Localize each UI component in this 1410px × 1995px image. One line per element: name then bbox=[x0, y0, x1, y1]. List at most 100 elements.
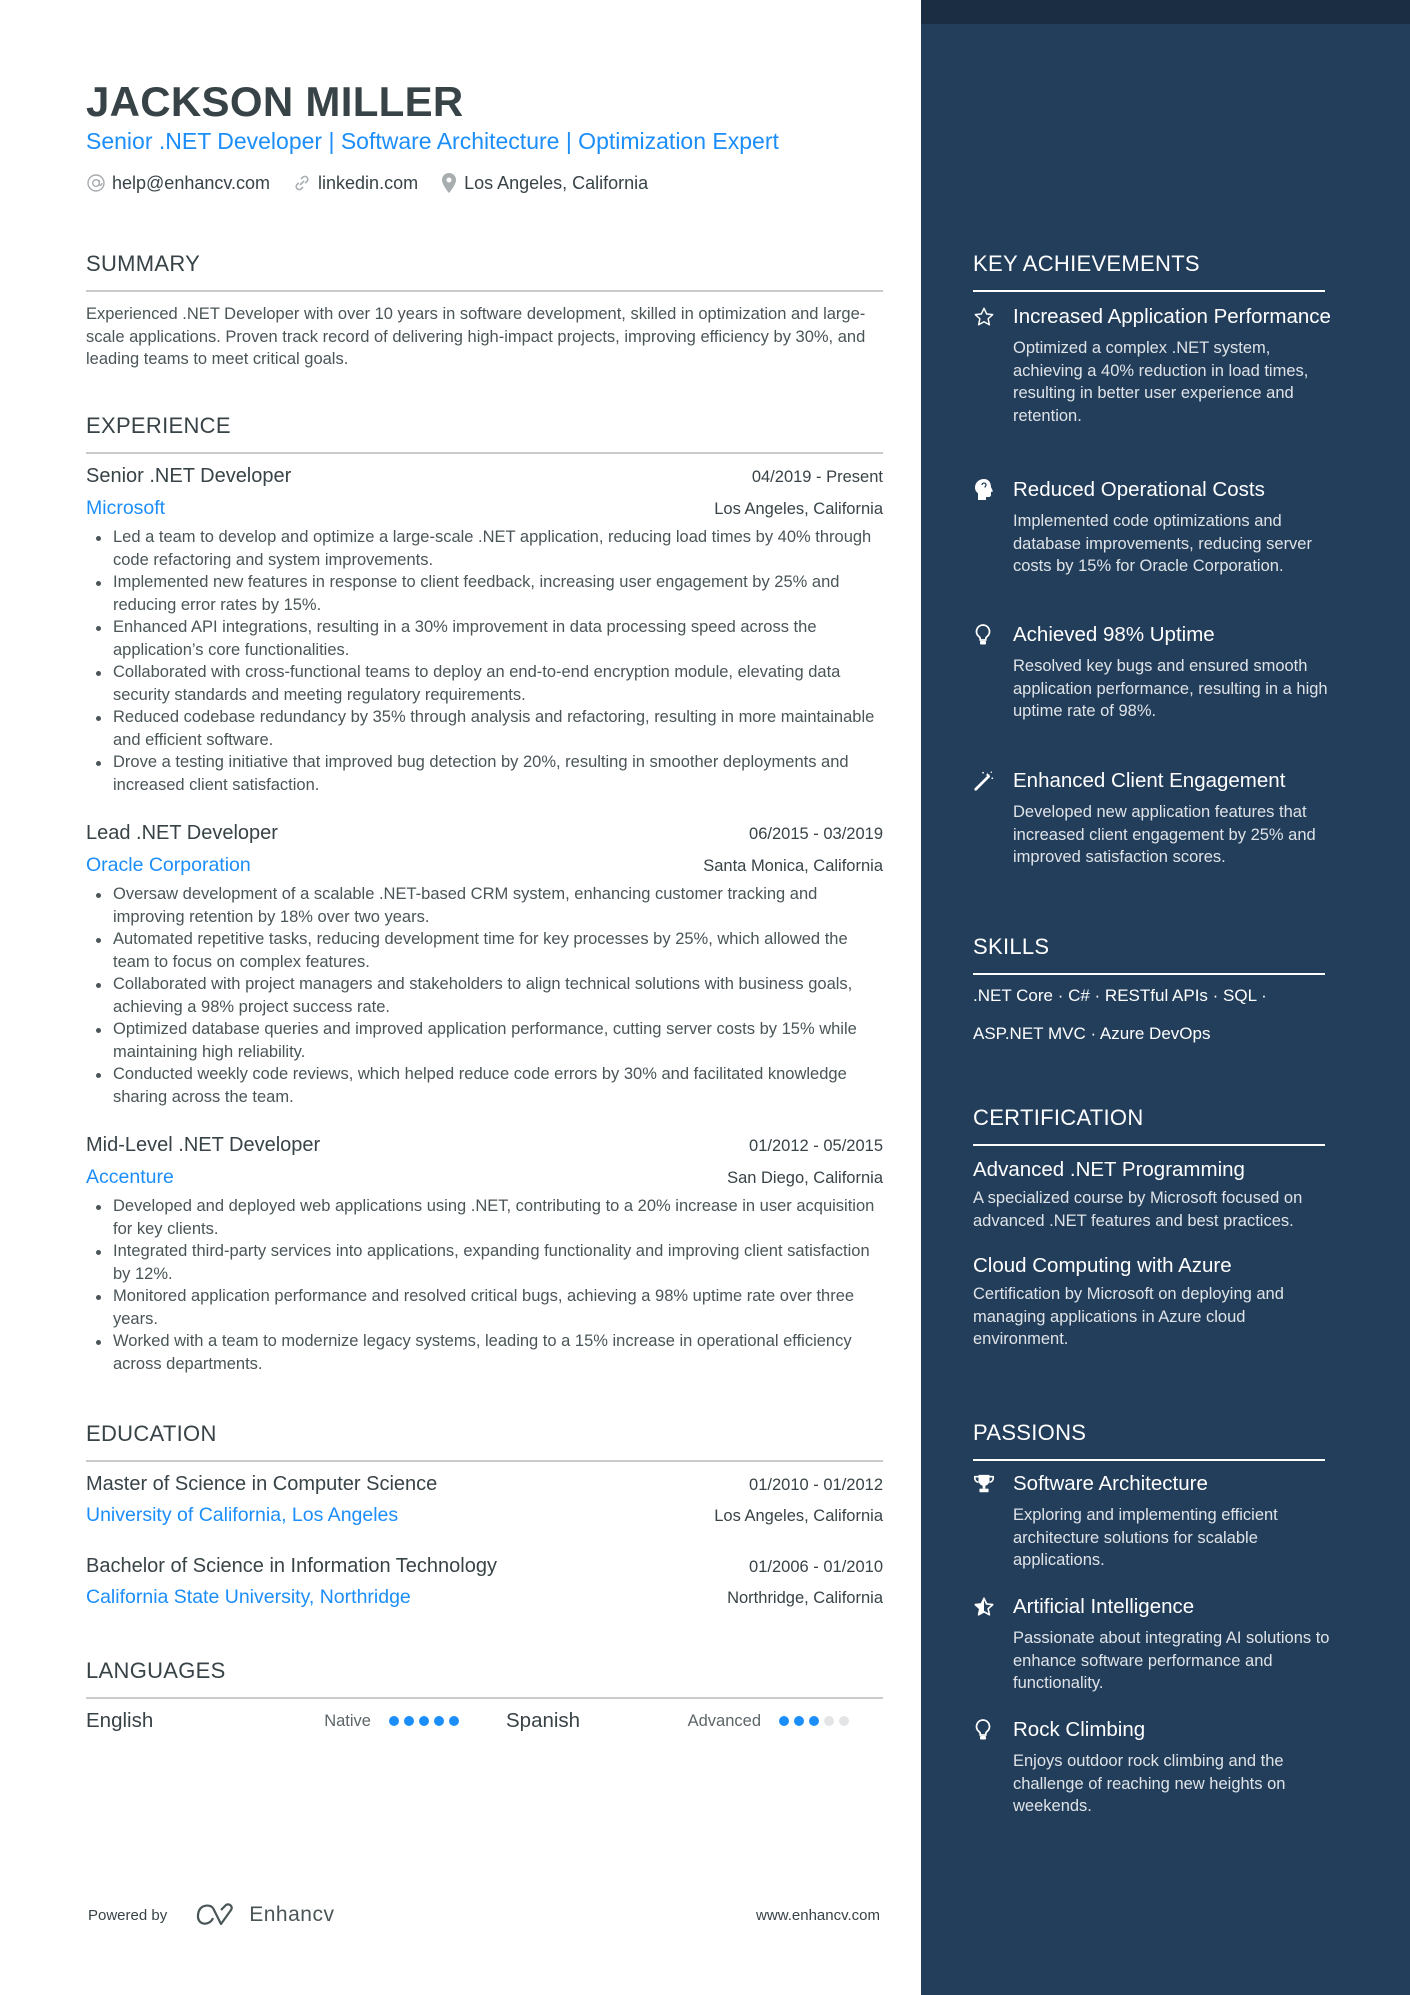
achievement-title: Reduced Operational Costs bbox=[1013, 478, 1265, 501]
experience-entry: Senior .NET Developer 04/2019 - Present … bbox=[86, 465, 883, 796]
passion-title: Artificial Intelligence bbox=[1013, 1595, 1195, 1618]
section-divider bbox=[86, 290, 883, 292]
location-text: Los Angeles, California bbox=[464, 172, 649, 193]
bullet-item: Developed and deployed web applications … bbox=[86, 1195, 883, 1240]
bullet-item: Optimized database queries and improved … bbox=[86, 1018, 883, 1063]
achievement-item: Achieved 98% Uptime Resolved key bugs an… bbox=[973, 621, 1333, 723]
trophy-icon bbox=[973, 1470, 1013, 1497]
candidate-name: JACKSON MILLER bbox=[86, 78, 464, 125]
job-location: Los Angeles, California bbox=[714, 500, 883, 518]
at-icon bbox=[86, 173, 106, 193]
rating-dot-filled bbox=[809, 1716, 819, 1726]
passion-item: Rock Climbing Enjoys outdoor rock climbi… bbox=[973, 1716, 1333, 1818]
resume-page: JACKSON MILLER Senior .NET Developer | S… bbox=[0, 0, 1410, 1995]
achievement-item: Reduced Operational Costs Implemented co… bbox=[973, 476, 1333, 578]
section-divider bbox=[973, 1459, 1325, 1461]
linkedin-text: linkedin.com bbox=[318, 172, 419, 193]
bullet-item: Monitored application performance and re… bbox=[86, 1285, 883, 1330]
achievement-item: Increased Application Performance Optimi… bbox=[973, 303, 1333, 427]
contact-info: help@enhancv.com linkedin.com Los Angele… bbox=[86, 172, 670, 194]
skills-line: ASP.NET MVC · Azure DevOps bbox=[973, 1024, 1211, 1043]
passion-item: Software Architecture Exploring and impl… bbox=[973, 1470, 1333, 1572]
school-location: Northridge, California bbox=[727, 1589, 883, 1607]
school-location: Los Angeles, California bbox=[714, 1507, 883, 1525]
lightbulb-icon bbox=[973, 1716, 1013, 1743]
job-company[interactable]: Microsoft bbox=[86, 497, 165, 520]
contact-email[interactable]: help@enhancv.com bbox=[86, 173, 270, 194]
job-dates: 06/2015 - 03/2019 bbox=[749, 825, 883, 843]
achievement-item: Enhanced Client Engagement Developed new… bbox=[973, 767, 1333, 869]
passion-description: Passionate about integrating AI solution… bbox=[1013, 1629, 1330, 1692]
certification-description: A specialized course by Microsoft focuse… bbox=[973, 1189, 1303, 1230]
job-bullets: Oversaw development of a scalable .NET-b… bbox=[86, 883, 883, 1108]
section-divider bbox=[973, 290, 1325, 292]
lightbulb-icon bbox=[973, 621, 1013, 648]
section-divider bbox=[86, 1460, 883, 1462]
job-company[interactable]: Accenture bbox=[86, 1166, 174, 1189]
section-title: SUMMARY bbox=[86, 251, 201, 276]
language-rating bbox=[389, 1716, 459, 1726]
education-section: EDUCATION bbox=[86, 1421, 883, 1462]
certification-description: Certification by Microsoft on deploying … bbox=[973, 1285, 1284, 1348]
languages-list: English Native Spanish Advanced bbox=[86, 1709, 883, 1733]
degree-title: Bachelor of Science in Information Techn… bbox=[86, 1555, 497, 1577]
section-title: SKILLS bbox=[973, 934, 1050, 959]
location-pin-icon bbox=[440, 172, 458, 194]
link-icon bbox=[292, 173, 312, 193]
powered-by-label: Powered by bbox=[88, 1906, 168, 1924]
bullet-item: Drove a testing initiative that improved… bbox=[86, 751, 883, 796]
skills-section: SKILLS .NET Core · C# · RESTful APIs · S… bbox=[973, 934, 1325, 1053]
job-role: Lead .NET Developer bbox=[86, 822, 278, 844]
bullet-item: Worked with a team to modernize legacy s… bbox=[86, 1330, 883, 1375]
job-location: Santa Monica, California bbox=[703, 857, 883, 875]
bullet-item: Automated repetitive tasks, reducing dev… bbox=[86, 928, 883, 973]
achievement-description: Developed new application features that … bbox=[1013, 803, 1316, 866]
skills-line: .NET Core · C# · RESTful APIs · SQL · bbox=[973, 986, 1267, 1005]
passion-title: Rock Climbing bbox=[1013, 1718, 1146, 1741]
website-link[interactable]: www.enhancv.com bbox=[756, 1907, 880, 1924]
achievement-title: Increased Application Performance bbox=[1013, 305, 1331, 328]
passion-description: Enjoys outdoor rock climbing and the cha… bbox=[1013, 1752, 1286, 1815]
head-brain-icon bbox=[973, 476, 1013, 503]
summary-section: SUMMARY Experienced .NET Developer with … bbox=[86, 251, 883, 371]
star-half-icon bbox=[973, 1593, 1013, 1620]
job-role: Mid-Level .NET Developer bbox=[86, 1134, 321, 1156]
enhancv-logo[interactable]: Enhancv bbox=[193, 1902, 334, 1928]
education-entry: Bachelor of Science in Information Techn… bbox=[86, 1555, 883, 1609]
experience-section: EXPERIENCE bbox=[86, 413, 883, 454]
bullet-item: Collaborated with cross-functional teams… bbox=[86, 661, 883, 706]
achievements-section: KEY ACHIEVEMENTS bbox=[973, 251, 1325, 292]
contact-linkedin[interactable]: linkedin.com bbox=[292, 173, 418, 194]
passion-description: Exploring and implementing efficient arc… bbox=[1013, 1506, 1278, 1569]
job-company[interactable]: Oracle Corporation bbox=[86, 854, 251, 877]
section-divider bbox=[973, 973, 1325, 975]
language-item: English Native bbox=[86, 1709, 466, 1733]
school-name[interactable]: California State University, Northridge bbox=[86, 1586, 411, 1609]
enhancv-logo-icon bbox=[197, 1903, 233, 1926]
summary-text: Experienced .NET Developer with over 10 … bbox=[86, 305, 866, 368]
language-name: Spanish bbox=[506, 1709, 581, 1732]
rating-dot-filled bbox=[794, 1716, 804, 1726]
contact-location: Los Angeles, California bbox=[440, 172, 648, 194]
section-divider bbox=[86, 452, 883, 454]
section-title: EXPERIENCE bbox=[86, 413, 231, 438]
job-bullets: Led a team to develop and optimize a lar… bbox=[86, 526, 883, 796]
language-name: English bbox=[86, 1709, 154, 1732]
degree-title: Master of Science in Computer Science bbox=[86, 1473, 438, 1495]
job-dates: 04/2019 - Present bbox=[751, 468, 883, 486]
section-divider bbox=[973, 1144, 1325, 1146]
rating-dot-empty bbox=[824, 1716, 834, 1726]
section-title: LANGUAGES bbox=[86, 1658, 226, 1683]
achievement-description: Optimized a complex .NET system, achievi… bbox=[1013, 339, 1309, 425]
achievement-description: Implemented code optimizations and datab… bbox=[1013, 512, 1312, 575]
email-text: help@enhancv.com bbox=[112, 172, 271, 193]
bullet-item: Oversaw development of a scalable .NET-b… bbox=[86, 883, 883, 928]
school-name[interactable]: University of California, Los Angeles bbox=[86, 1504, 398, 1527]
sidebar-top-band bbox=[921, 0, 1410, 24]
job-bullets: Developed and deployed web applications … bbox=[86, 1195, 883, 1375]
powered-by: Powered by Enhancv bbox=[88, 1902, 334, 1928]
section-title: KEY ACHIEVEMENTS bbox=[973, 251, 1200, 276]
certification-item: Cloud Computing with Azure Certification… bbox=[973, 1252, 1325, 1351]
achievement-title: Enhanced Client Engagement bbox=[1013, 769, 1286, 792]
job-location: San Diego, California bbox=[727, 1169, 883, 1187]
